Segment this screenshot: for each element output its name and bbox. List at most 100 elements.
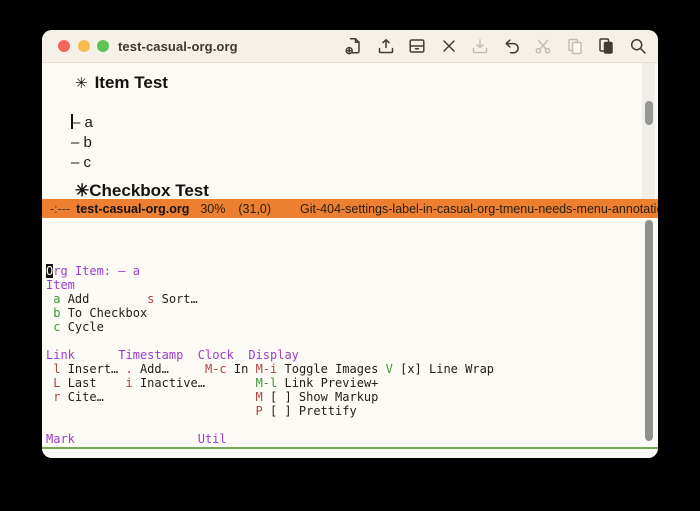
menu-group-header: Link (46, 348, 75, 362)
menu-line: Mark Util (46, 432, 658, 446)
cut-button[interactable] (533, 36, 554, 57)
menu-text: Add… (132, 362, 205, 376)
menu-key[interactable]: M-l (256, 376, 278, 390)
new-file-icon (345, 38, 360, 55)
menu-key[interactable]: V (386, 362, 393, 376)
menu-key[interactable]: . (126, 362, 133, 376)
close-buffer-button[interactable] (438, 36, 459, 57)
transient-menu-buffer[interactable]: Org Item: – a Item a Add s Sort… b To Che… (42, 218, 658, 447)
menu-text (321, 446, 328, 447)
menu-group-header: Item (46, 278, 75, 292)
undo-button[interactable] (501, 36, 522, 57)
menu-key[interactable]: me (133, 446, 147, 447)
menu-group-header: rg Item: – a (53, 264, 140, 278)
menu-line: L Last i Inactive… M-l Link Preview+ (46, 376, 658, 390)
menu-key[interactable]: M-c (205, 362, 227, 376)
menu-line: a Add s Sort… (46, 292, 658, 306)
menu-line: P [ ] Prettify (46, 404, 658, 418)
menu-group-header: Util (197, 432, 227, 446)
open-file-button[interactable] (375, 36, 396, 57)
menu-text: Sort… (154, 292, 198, 306)
menu-key[interactable]: i (126, 376, 133, 390)
modeline-buffer-name[interactable]: test-casual-org.org (76, 202, 189, 216)
menu-text: [x] Line Wrap (392, 362, 495, 376)
echo-area[interactable] (42, 449, 658, 458)
menu-text: Export… (335, 446, 393, 447)
menu-text: Cycle (60, 320, 104, 334)
save-buffer-icon (472, 39, 488, 54)
menu-text: Last (60, 376, 126, 390)
titlebar: test-casual-org.org (42, 30, 658, 63)
menu-line: l Insert… . Add… M-c In M-i Toggle Image… (46, 362, 658, 376)
menu-text: Subtree (68, 446, 133, 447)
traffic-lights (42, 40, 109, 52)
menu-line: Item (46, 278, 658, 292)
menu-key[interactable]: M-i (256, 362, 278, 376)
menu-text: [ ] Prettify (262, 404, 357, 418)
menu-text: Copy Visible (227, 446, 321, 447)
zoom-window-button[interactable] (97, 40, 109, 52)
paste-icon (599, 38, 613, 54)
heading-star-icon: ✳ (75, 75, 88, 92)
text-cursor (71, 114, 73, 129)
menu-key[interactable]: M (256, 390, 263, 404)
menu-text (75, 348, 118, 362)
menu-text: To Checkbox (60, 306, 148, 320)
search-icon (630, 38, 646, 54)
org-list-item: – a (71, 114, 93, 131)
modeline-scroll-percent: 30% (200, 201, 226, 216)
menu-key[interactable]: e (328, 446, 335, 447)
copy-button[interactable] (564, 36, 585, 57)
menu-line (46, 418, 658, 432)
org-list-item: – c (71, 154, 92, 171)
menu-key[interactable]: P (256, 404, 263, 418)
heading-text: Checkbox Test (89, 181, 209, 199)
menu-line: c Cycle (46, 320, 658, 334)
modeline-cursor-position: (31,0) (238, 201, 272, 216)
copy-icon (567, 38, 582, 55)
dired-icon (409, 39, 425, 53)
undo-icon (505, 39, 519, 54)
scrollbar-track[interactable] (642, 63, 655, 199)
menu-line: ms Subtree me Element v Copy Visible e E… (46, 446, 658, 447)
menu-text: Add (60, 292, 148, 306)
dired-button[interactable] (407, 36, 428, 57)
menu-text (183, 348, 197, 362)
cut-icon (535, 39, 551, 54)
menu-line: Org Item: – a (46, 264, 658, 278)
modeline: -:--- test-casual-org.org 30% (31,0) Git… (42, 199, 658, 218)
modeline-vc-branch: Git-404-settings-label-in-casual-org-tme… (300, 201, 658, 216)
menu-line: r Cite… M [ ] Show Markup (46, 390, 658, 404)
open-file-icon (378, 39, 393, 54)
menu-text (46, 404, 256, 418)
menu-text: [ ] Show Markup (262, 390, 379, 404)
menu-text (234, 348, 248, 362)
emacs-window: test-casual-org.org ✳ Item Test – a – b – c… (42, 30, 658, 458)
org-heading: ✳ Item Test (75, 73, 168, 93)
menu-key[interactable]: ms (53, 446, 67, 447)
menu-group-header: Timestamp (118, 348, 184, 362)
scrollbar-thumb[interactable] (644, 101, 653, 125)
modeline-flags: -:--- (50, 201, 71, 216)
menu-scrollbar-thumb[interactable] (644, 220, 653, 441)
menu-line: Link Timestamp Clock Display (46, 348, 658, 362)
menu-text: Inactive… (132, 376, 256, 390)
menu-text (75, 432, 198, 446)
close-buffer-icon (442, 40, 455, 52)
save-buffer-button[interactable] (470, 36, 491, 57)
org-heading-partial: ✳Checkbox Test (75, 181, 209, 199)
close-window-button[interactable] (58, 40, 70, 52)
toolbar (344, 30, 649, 62)
org-list-item: – b (71, 134, 92, 151)
menu-group-header: Mark (46, 432, 75, 446)
minimize-window-button[interactable] (77, 40, 90, 52)
paste-button[interactable] (596, 36, 617, 57)
menu-line: b To Checkbox (46, 306, 658, 320)
org-buffer[interactable]: ✳ Item Test – a – b – c ✳Checkbox Test (42, 63, 658, 199)
window-title: test-casual-org.org (118, 38, 238, 54)
menu-text: Element (147, 446, 219, 447)
new-file-button[interactable] (344, 36, 365, 57)
menu-text: Insert… (60, 362, 126, 376)
menu-text: Link Preview+ (277, 376, 379, 390)
search-button[interactable] (627, 36, 648, 57)
